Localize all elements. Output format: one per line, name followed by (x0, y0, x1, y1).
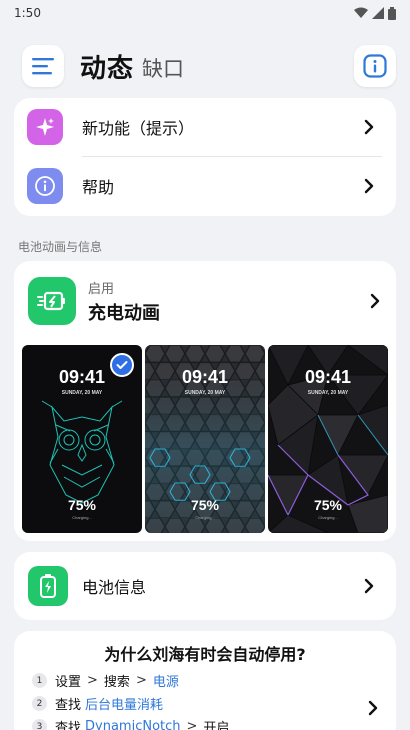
why-title: 为什么刘海有时会自动停用? (104, 645, 306, 664)
menu-item-label: 新功能（提示） (82, 119, 195, 138)
chevron-right-icon (360, 577, 378, 595)
step-text: 设置 (55, 675, 82, 690)
step-separator: > (186, 719, 198, 730)
menu-card: 新功能（提示） 帮助 (14, 98, 396, 216)
info-circle-icon (35, 176, 55, 196)
charging-animation-card: 启用 充电动画 09:41 SUNDAY, 20 MAY 75% Chargin… (14, 261, 396, 541)
charging-animation-toggle[interactable]: 启用 充电动画 (28, 277, 384, 325)
step-number: 3 (32, 719, 47, 730)
chevron-right-icon (366, 292, 384, 310)
hamburger-icon (32, 58, 54, 75)
chevron-right-icon (360, 118, 378, 136)
wallpaper-sub: Charging... (72, 515, 92, 520)
wallpaper-date: SUNDAY, 20 MAY (61, 390, 103, 396)
wallpaper-time: 09:41 (181, 367, 229, 387)
wallpaper-list: 09:41 SUNDAY, 20 MAY 75% Charging... 09:… (22, 345, 388, 533)
wifi-icon (354, 7, 368, 18)
battery-status-icon (388, 6, 396, 20)
chevron-right-icon (360, 177, 378, 195)
wallpaper-sub: Charging... (195, 515, 215, 520)
step-highlight: DynamicNotch (85, 719, 181, 730)
wallpaper-percent: 75% (190, 497, 220, 513)
step-item: 2 查找 后台电量消耗 (32, 694, 163, 713)
wallpaper-polygon[interactable]: 09:41 SUNDAY, 20 MAY 75% Charging... (268, 345, 388, 533)
step-number: 1 (32, 673, 47, 688)
sparkles-icon (36, 118, 54, 136)
wallpaper-owl[interactable]: 09:41 SUNDAY, 20 MAY 75% Charging... (22, 345, 142, 533)
menu-item-help[interactable]: 帮助 (14, 157, 396, 215)
battery-charging-icon (40, 574, 56, 598)
charging-battery-icon (37, 291, 65, 311)
step-highlight: 后台电量消耗 (85, 698, 164, 713)
menu-icon-wrap (27, 109, 63, 145)
charging-animation-text: 启用 充电动画 (88, 278, 366, 325)
section-label: 电池动画与信息 (18, 240, 103, 254)
battery-info-label: 电池信息 (82, 578, 147, 597)
step-separator: > (135, 673, 147, 688)
info-icon (363, 54, 387, 78)
step-text: 查找 (55, 721, 82, 730)
wallpaper-hexagon[interactable]: 09:41 SUNDAY, 20 MAY 75% Charging... (145, 345, 265, 533)
status-icons (354, 6, 396, 20)
wallpaper-sub: Charging... (318, 515, 338, 520)
wallpaper-percent: 75% (313, 497, 343, 513)
wallpaper-date: SUNDAY, 20 MAY (307, 390, 349, 396)
menu-item-new-features[interactable]: 新功能（提示） (14, 98, 396, 156)
step-highlight: 电源 (152, 675, 179, 690)
charging-animation-status: 启用 (88, 281, 115, 297)
top-bar: 动态 缺口 (0, 40, 410, 92)
why-disabled-card[interactable]: 为什么刘海有时会自动停用? 1 设置 > 搜索 > 电源 2 查找 后台电量消耗… (14, 631, 396, 730)
battery-info-card[interactable]: 电池信息 (14, 552, 396, 620)
status-time: 1:50 (14, 6, 41, 20)
step-number: 2 (32, 696, 47, 711)
step-separator: > (87, 673, 98, 688)
step-text: 查找 (55, 698, 82, 713)
wallpaper-date: SUNDAY, 20 MAY (184, 390, 226, 396)
step-text: 开启 (203, 721, 230, 730)
info-button[interactable] (354, 45, 396, 87)
signal-icon (372, 7, 384, 19)
charging-icon-wrap (28, 277, 76, 325)
page-title: 动态 (80, 53, 135, 84)
menu-item-label: 帮助 (82, 178, 115, 197)
wallpaper-percent: 75% (67, 497, 97, 513)
battery-icon-wrap (28, 566, 68, 606)
status-bar: 1:50 (0, 0, 410, 26)
menu-button[interactable] (22, 45, 64, 87)
chevron-right-icon (364, 699, 382, 717)
charging-animation-title: 充电动画 (88, 302, 160, 324)
step-text: 搜索 (103, 675, 130, 690)
step-item: 1 设置 > 搜索 > 电源 (32, 671, 179, 690)
step-item: 3 查找 DynamicNotch > 开启 (32, 717, 229, 730)
selected-check-icon (110, 353, 134, 377)
menu-icon-wrap (27, 168, 63, 204)
page-subtitle: 缺口 (142, 57, 185, 81)
wallpaper-time: 09:41 (304, 367, 352, 387)
